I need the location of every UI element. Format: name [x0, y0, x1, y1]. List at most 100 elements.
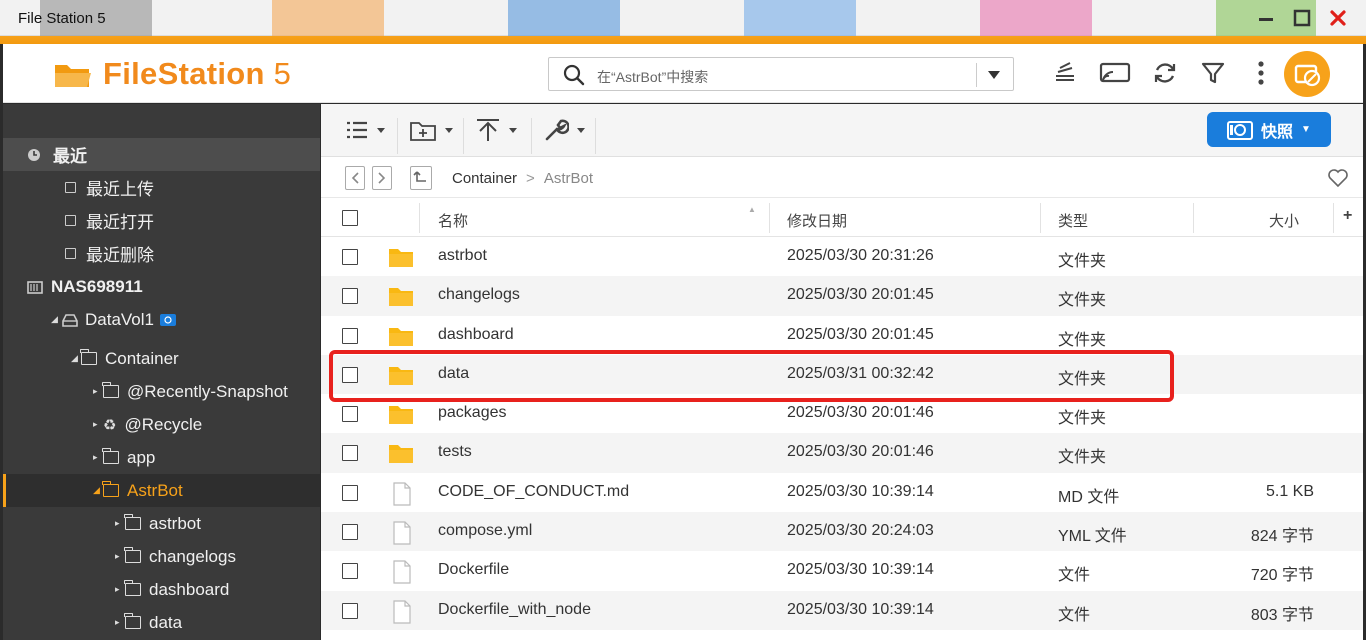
close-button[interactable] [1328, 8, 1348, 28]
modified-date: 2025/03/30 20:01:46 [787, 443, 934, 461]
file-type: MD 文件 [1058, 488, 1120, 506]
file-type: 文件夹 [1058, 253, 1107, 270]
row-checkbox[interactable] [342, 249, 358, 265]
collapsed-arrow-icon[interactable]: ▸ [115, 617, 125, 628]
table-row[interactable]: dashboard 2025/03/30 20:01:45 文件夹 [321, 316, 1363, 355]
sidebar-item-label: changelogs [149, 546, 236, 566]
list-view-icon [347, 121, 367, 139]
sidebar-item-datavol1[interactable]: ◢ DataVol1 [3, 303, 320, 336]
file-name: data [438, 364, 470, 382]
table-row[interactable]: astrbot 2025/03/30 20:31:26 文件夹 [321, 237, 1363, 276]
nas-icon [27, 280, 43, 294]
navigation-bar: Container > AstrBot [321, 158, 1363, 198]
modified-date: 2025/03/30 20:01:45 [787, 286, 934, 304]
collapsed-arrow-icon[interactable]: ▸ [115, 518, 125, 529]
row-checkbox[interactable] [342, 288, 358, 305]
sidebar-item-recent-open[interactable]: 最近打开 [3, 204, 320, 237]
sidebar-item-recently-snapshot[interactable]: ▸ @Recently-Snapshot [3, 375, 320, 408]
tools-button[interactable] [543, 115, 585, 145]
sidebar-item-sub-dashboard[interactable]: ▸ dashboard [3, 573, 320, 606]
collapsed-arrow-icon[interactable]: ▸ [93, 386, 103, 397]
back-button[interactable] [345, 166, 365, 190]
table-row[interactable]: compose.yml 2025/03/30 20:24:03 YML 文件 824 … [321, 512, 1363, 552]
sidebar-item-recent-delete[interactable]: 最近删除 [3, 237, 320, 270]
view-mode-button[interactable] [345, 115, 385, 145]
row-checkbox[interactable] [342, 484, 358, 501]
search-input[interactable]: 在“AstrBot”中搜索 [597, 67, 708, 87]
folder-icon [124, 547, 141, 563]
expanded-arrow-icon[interactable]: ◢ [93, 485, 103, 496]
parent-folder-button[interactable] [410, 166, 432, 190]
expanded-arrow-icon[interactable]: ◢ [71, 353, 81, 364]
table-row[interactable]: CODE_OF_CONDUCT.md 2025/03/30 10:39:14 MD … [321, 473, 1363, 512]
drive-icon [62, 313, 78, 327]
sidebar-item-label: 最近删除 [86, 246, 154, 265]
table-row[interactable]: data 2025/03/31 00:32:42 文件夹 [321, 354, 1363, 395]
sidebar-item-recycle[interactable]: ▸ ♻ @Recycle [3, 408, 320, 441]
snapshot-button[interactable]: 快照 ▼ [1207, 112, 1331, 147]
sidebar-item-nas[interactable]: NAS698911 [3, 270, 320, 303]
more-icon[interactable] [1245, 56, 1277, 90]
maximize-button[interactable] [1292, 8, 1312, 28]
wrench-icon [545, 119, 569, 141]
modified-date: 2025/03/30 10:39:14 [787, 600, 934, 618]
new-folder-button[interactable] [409, 115, 453, 145]
sidebar-item-app[interactable]: ▸ app [3, 441, 320, 474]
file-type: 文件 [1058, 606, 1091, 624]
sidebar-item-label: 最近 [53, 147, 87, 166]
breadcrumb-container[interactable]: Container [452, 170, 517, 187]
table-row[interactable]: tests 2025/03/30 20:01:46 文件夹 [321, 433, 1363, 473]
stack-icon[interactable] [1049, 56, 1081, 90]
row-checkbox[interactable] [342, 327, 358, 344]
sidebar-item-sub-changelogs[interactable]: ▸ changelogs [3, 540, 320, 573]
column-header-size[interactable]: 大小 [1269, 210, 1299, 231]
upload-button[interactable] [475, 115, 517, 145]
add-folder-icon [410, 122, 436, 141]
forward-button[interactable] [372, 166, 392, 190]
add-column-button[interactable]: + [1343, 207, 1352, 225]
table-row[interactable]: Dockerfile 2025/03/30 10:39:14 文件 720 字节 [321, 551, 1363, 590]
row-checkbox[interactable] [342, 602, 358, 619]
row-checkbox[interactable] [342, 366, 358, 383]
sidebar-item-container[interactable]: ◢ Container [3, 342, 320, 375]
row-checkbox[interactable] [342, 406, 358, 423]
chevron-down-icon: ▼ [1301, 124, 1311, 135]
favorite-button[interactable] [1327, 168, 1349, 193]
logo-brand: FileStation [103, 56, 265, 91]
folder-icon [124, 613, 141, 629]
column-header-type[interactable]: 类型 [1058, 210, 1088, 231]
snapshot-camera-icon [1227, 120, 1254, 140]
background-app-icon [980, 0, 1092, 36]
refresh-icon[interactable] [1149, 56, 1181, 90]
hub-icon[interactable] [1284, 51, 1330, 97]
collapsed-arrow-icon[interactable]: ▸ [115, 584, 125, 595]
up-arrow-icon [413, 171, 426, 182]
cast-icon[interactable] [1097, 56, 1133, 90]
row-checkbox[interactable] [342, 524, 358, 541]
minimize-button[interactable] [1256, 8, 1276, 28]
file-name: compose.yml [438, 522, 533, 540]
row-checkbox[interactable] [342, 445, 358, 462]
file-icon [388, 600, 414, 629]
sidebar-item-sub-data[interactable]: ▸ data [3, 606, 320, 639]
collapsed-arrow-icon[interactable]: ▸ [93, 419, 103, 430]
collapsed-arrow-icon[interactable]: ▸ [93, 452, 103, 463]
sidebar-item-recent-upload[interactable]: 最近上传 [3, 171, 320, 204]
table-row[interactable]: changelogs 2025/03/30 20:01:45 文件夹 [321, 276, 1363, 316]
expanded-arrow-icon[interactable]: ◢ [51, 314, 61, 325]
row-checkbox[interactable] [342, 563, 358, 580]
search-box[interactable]: 在“AstrBot”中搜索 [548, 57, 1014, 91]
sidebar-item-recent[interactable]: 最近 [3, 138, 320, 171]
collapsed-arrow-icon[interactable]: ▸ [115, 551, 125, 562]
filter-icon[interactable] [1197, 56, 1229, 90]
column-header-name[interactable]: 名称 [438, 210, 468, 231]
chevron-left-icon [351, 172, 359, 184]
select-all-checkbox[interactable] [342, 210, 358, 226]
column-header-modified[interactable]: 修改日期 [787, 210, 847, 231]
sidebar-item-sub-astrbot[interactable]: ▸ astrbot [3, 507, 320, 540]
sidebar-item-astrbot[interactable]: ◢ AstrBot [3, 474, 320, 507]
table-row[interactable]: packages 2025/03/30 20:01:46 文件夹 [321, 394, 1363, 433]
file-size: 803 字节 [1250, 606, 1314, 624]
table-row[interactable]: Dockerfile_with_node 2025/03/30 10:39:14 文… [321, 590, 1363, 630]
search-options-dropdown[interactable] [987, 69, 1001, 81]
